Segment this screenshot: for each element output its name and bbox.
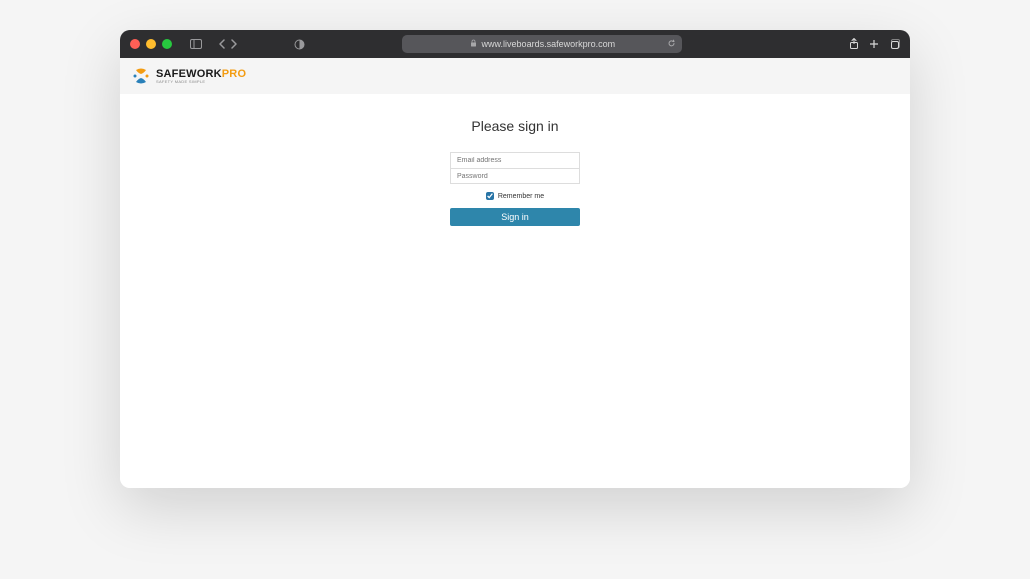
address-bar[interactable]: www.liveboards.safeworkpro.com [402,35,682,53]
logo: SAFEWORKPRO SAFETY MADE SIMPLE [132,67,246,85]
signin-button[interactable]: Sign in [450,208,580,226]
remember-me-label: Remember me [498,193,544,200]
padlock-icon [470,39,477,49]
password-field[interactable] [450,168,580,184]
app-header: SAFEWORKPRO SAFETY MADE SIMPLE [120,58,910,94]
window-controls [130,39,172,49]
new-tab-icon[interactable] [869,38,879,50]
remember-me-checkbox[interactable] [486,192,494,200]
logo-icon [132,67,150,85]
forward-button[interactable] [230,39,238,49]
maximize-window-button[interactable] [162,39,172,49]
page-content: SAFEWORKPRO SAFETY MADE SIMPLE Please si… [120,58,910,488]
email-field[interactable] [450,152,580,168]
browser-window: www.liveboards.safeworkpro.com [120,30,910,488]
close-window-button[interactable] [130,39,140,49]
privacy-shield-icon[interactable] [294,39,305,50]
refresh-icon[interactable] [667,39,676,50]
browser-toolbar: www.liveboards.safeworkpro.com [120,30,910,58]
share-icon[interactable] [849,38,859,50]
tabs-overview-icon[interactable] [889,38,900,50]
address-url: www.liveboards.safeworkpro.com [482,39,616,49]
sidebar-toggle-icon[interactable] [190,39,202,49]
minimize-window-button[interactable] [146,39,156,49]
remember-me-wrap: Remember me [486,192,544,200]
signin-title: Please sign in [471,118,558,134]
back-button[interactable] [218,39,226,49]
signin-form: Please sign in Remember me Sign in [120,94,910,226]
